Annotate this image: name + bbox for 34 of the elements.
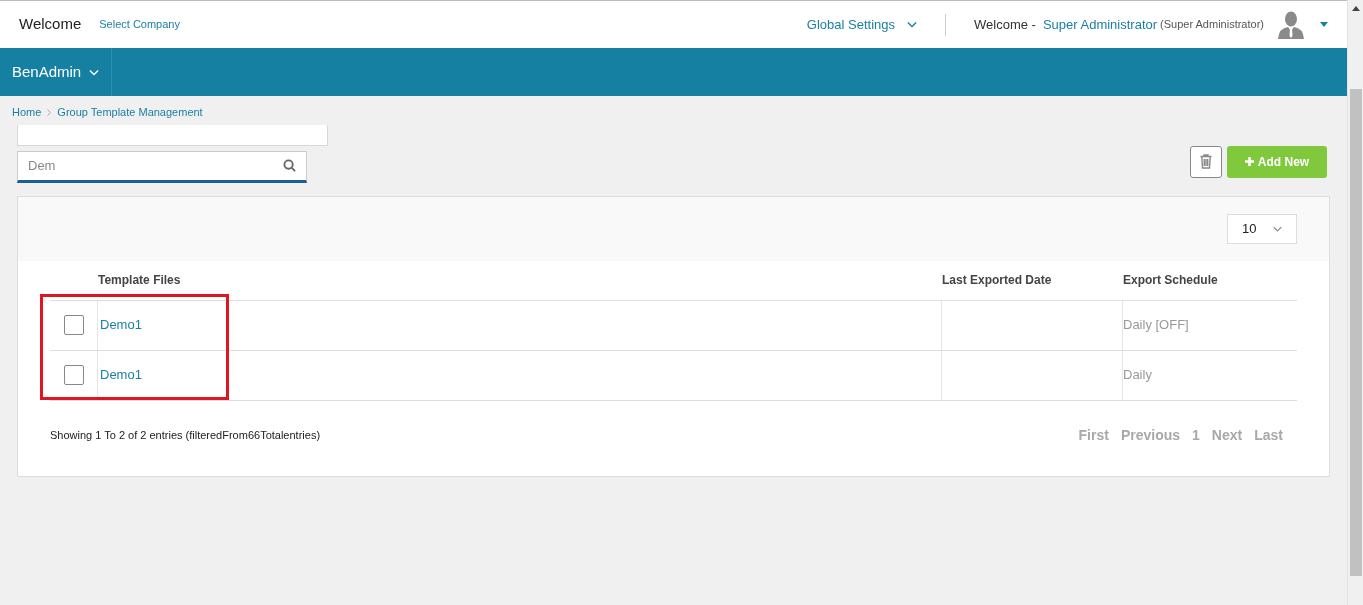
table-cell-text: Daily xyxy=(1123,366,1152,385)
text-field[interactable] xyxy=(17,124,328,146)
global-settings-dropdown[interactable]: Global Settings xyxy=(806,14,917,35)
row-checkbox[interactable] xyxy=(63,365,84,385)
caret-icon[interactable] xyxy=(1320,22,1328,27)
table-cell-text: Daily [OFF] xyxy=(1123,316,1189,335)
breadcrumb-link[interactable]: Group Template Management xyxy=(57,104,203,121)
chevron-down-icon xyxy=(907,21,917,28)
column-header: Template Files xyxy=(98,272,182,289)
breadcrumb-separator-icon xyxy=(47,108,52,116)
user-avatar-icon xyxy=(1276,10,1306,39)
user-name-link[interactable]: Super Administrator xyxy=(1042,14,1158,35)
entries-info: Showing 1 To 2 of 2 entries (filteredFrom66Totalentries) xyxy=(50,427,321,443)
user-role: (Super Administrator) xyxy=(1160,17,1264,33)
scroll-up-icon[interactable] xyxy=(1351,6,1360,11)
template-file-link[interactable]: Demo1 xyxy=(100,365,142,385)
select-company-link[interactable]: Select Company xyxy=(99,16,180,33)
template-file-link[interactable]: Demo1 xyxy=(100,315,142,335)
plus-icon xyxy=(1244,157,1254,166)
column-header: Last Exported Date xyxy=(942,272,1053,289)
search-icon[interactable] xyxy=(283,159,296,172)
benadmin-menu[interactable]: BenAdmin xyxy=(0,48,113,96)
search-field[interactable]: Dem xyxy=(17,150,307,183)
chevron-down-icon xyxy=(89,68,100,76)
page-size-select[interactable]: 10 xyxy=(1227,213,1297,244)
column-header: Export Schedule xyxy=(1123,272,1218,289)
welcome-label: Welcome - xyxy=(974,15,1036,34)
breadcrumb-link[interactable]: Home xyxy=(12,104,42,121)
trash-icon xyxy=(1200,154,1212,169)
chevron-down-icon xyxy=(1273,225,1282,232)
delete-button[interactable] xyxy=(1190,145,1222,178)
row-checkbox[interactable] xyxy=(63,315,84,335)
page-title: Welcome xyxy=(19,14,82,35)
scrollbar-thumb[interactable] xyxy=(1349,89,1362,576)
